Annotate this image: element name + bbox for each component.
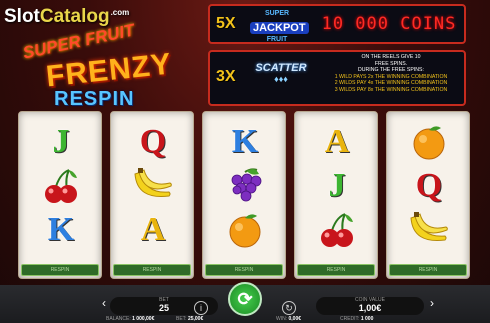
respin-button[interactable]: RESPIN	[113, 264, 191, 276]
card-letter: A	[324, 123, 350, 160]
card-letter: A	[140, 211, 166, 248]
jackpot-logo-top: SUPER	[264, 10, 290, 17]
jackpot-multiplier: 5X	[216, 15, 236, 32]
coin-value: 1,00€	[358, 303, 382, 313]
scatter-panel: 3X SCATTER ♦♦♦ ON THE REELS GIVE 10 FREE…	[208, 50, 466, 106]
rule-line: ON THE REELS GIVE 10	[361, 54, 421, 60]
card-Q-symbol: Q	[111, 118, 195, 166]
scatter-rules: ON THE REELS GIVE 10 FREE SPINS. DURING …	[316, 54, 466, 94]
card-letter: Q	[415, 167, 443, 204]
cherry-symbol-icon	[295, 206, 379, 254]
scatter-multiplier: 3X	[216, 68, 236, 85]
reel-2: Q A RESPIN	[110, 111, 194, 279]
jackpot-logo: SUPER JACKPOT FRUIT	[250, 10, 309, 43]
reel-5: Q RESPIN	[386, 111, 470, 279]
rule-line: 1 WILD PAYS 2x THE WINNING COMBINATION	[334, 73, 448, 80]
jackpot-prize: 10 000 COINS	[321, 14, 457, 34]
spin-button[interactable]: ⟳	[228, 282, 262, 316]
card-A-symbol: A	[111, 206, 195, 254]
info-icon[interactable]: i	[194, 301, 208, 315]
total-bet-value: 25,00€	[187, 316, 204, 322]
autoplay-icon[interactable]: ↻	[282, 301, 296, 315]
banana-symbol-icon	[387, 206, 471, 254]
banana-symbol-icon	[111, 162, 195, 210]
diamond-icon: ♦♦♦	[274, 74, 288, 84]
jackpot-logo-main: JACKPOT	[250, 22, 309, 34]
balance-readout: BALANCE: 1 000,00€	[106, 316, 154, 322]
credit-readout: CREDIT: 1 000	[340, 316, 373, 322]
respin-button[interactable]: RESPIN	[205, 264, 283, 276]
balance-caption: BALANCE:	[106, 316, 131, 322]
reel-area: J K RESPIN Q A RESPIN K RESPIN A J RESPIN Q RESPIN	[18, 111, 472, 279]
win-caption: WIN:	[276, 316, 288, 322]
spin-arrows-icon: ⟳	[237, 288, 253, 309]
reel-1: J K RESPIN	[18, 111, 102, 279]
card-K-symbol: K	[19, 206, 103, 254]
credit-caption: CREDIT:	[340, 316, 360, 322]
balance-value: 1 000,00€	[132, 316, 155, 322]
card-J-symbol: J	[19, 118, 103, 166]
cherry-symbol-icon	[19, 162, 103, 210]
respin-button[interactable]: RESPIN	[389, 264, 467, 276]
rule-line: DURING THE FREE SPINS:	[358, 67, 424, 74]
card-A-symbol: A	[295, 118, 379, 166]
rule-line: 3 WILDS PAY 8x THE WINNING COMBINATION	[334, 86, 448, 93]
card-Q-symbol: Q	[387, 162, 471, 210]
jackpot-logo-bottom: FRUIT	[266, 36, 288, 43]
respin-button[interactable]: RESPIN	[21, 264, 99, 276]
card-letter: Q	[139, 123, 167, 160]
bet-decrease-button[interactable]: ‹	[98, 296, 110, 316]
credit-value: 1 000	[360, 316, 374, 322]
paytable-board: 5X SUPER JACKPOT FRUIT 10 000 COINS 3X S…	[208, 4, 466, 106]
card-J-symbol: J	[295, 162, 379, 210]
jackpot-panel: 5X SUPER JACKPOT FRUIT 10 000 COINS	[208, 4, 466, 44]
scatter-logo-text: SCATTER	[255, 62, 307, 74]
orange-symbol-icon	[387, 118, 471, 166]
card-letter: J	[52, 123, 70, 160]
total-bet-caption: BET:	[176, 316, 187, 322]
rule-line: 2 WILDS PAY 4x THE WINNING COMBINATION	[334, 80, 448, 87]
game-logo: SUPER FRUIT FRENZY RESPIN	[14, 20, 204, 110]
respin-button[interactable]: RESPIN	[297, 264, 375, 276]
orange-symbol-icon	[203, 206, 287, 254]
card-K-symbol: K	[203, 118, 287, 166]
reel-3: K RESPIN	[202, 111, 286, 279]
card-letter: J	[328, 167, 346, 204]
win-value: 0,00€	[288, 316, 302, 322]
reel-4: A J RESPIN	[294, 111, 378, 279]
game-screen: SlotCatalog.com SUPER FRUIT FRENZY RESPI…	[0, 0, 490, 323]
watermark-suffix: .com	[110, 7, 130, 17]
grapes-symbol-icon	[203, 162, 287, 210]
coin-increase-button[interactable]: ›	[426, 296, 438, 316]
logo-line-respin: RESPIN	[54, 88, 135, 110]
total-bet-readout: BET: 25,00€	[176, 316, 203, 322]
win-readout: WIN: 0,00€	[276, 316, 301, 322]
coin-value-field: COIN VALUE 1,00€	[316, 297, 424, 315]
scatter-logo: SCATTER ♦♦♦	[250, 62, 312, 96]
card-letter: K	[231, 123, 259, 160]
card-letter: K	[47, 211, 75, 248]
rule-line: FREE SPINS.	[374, 60, 408, 67]
